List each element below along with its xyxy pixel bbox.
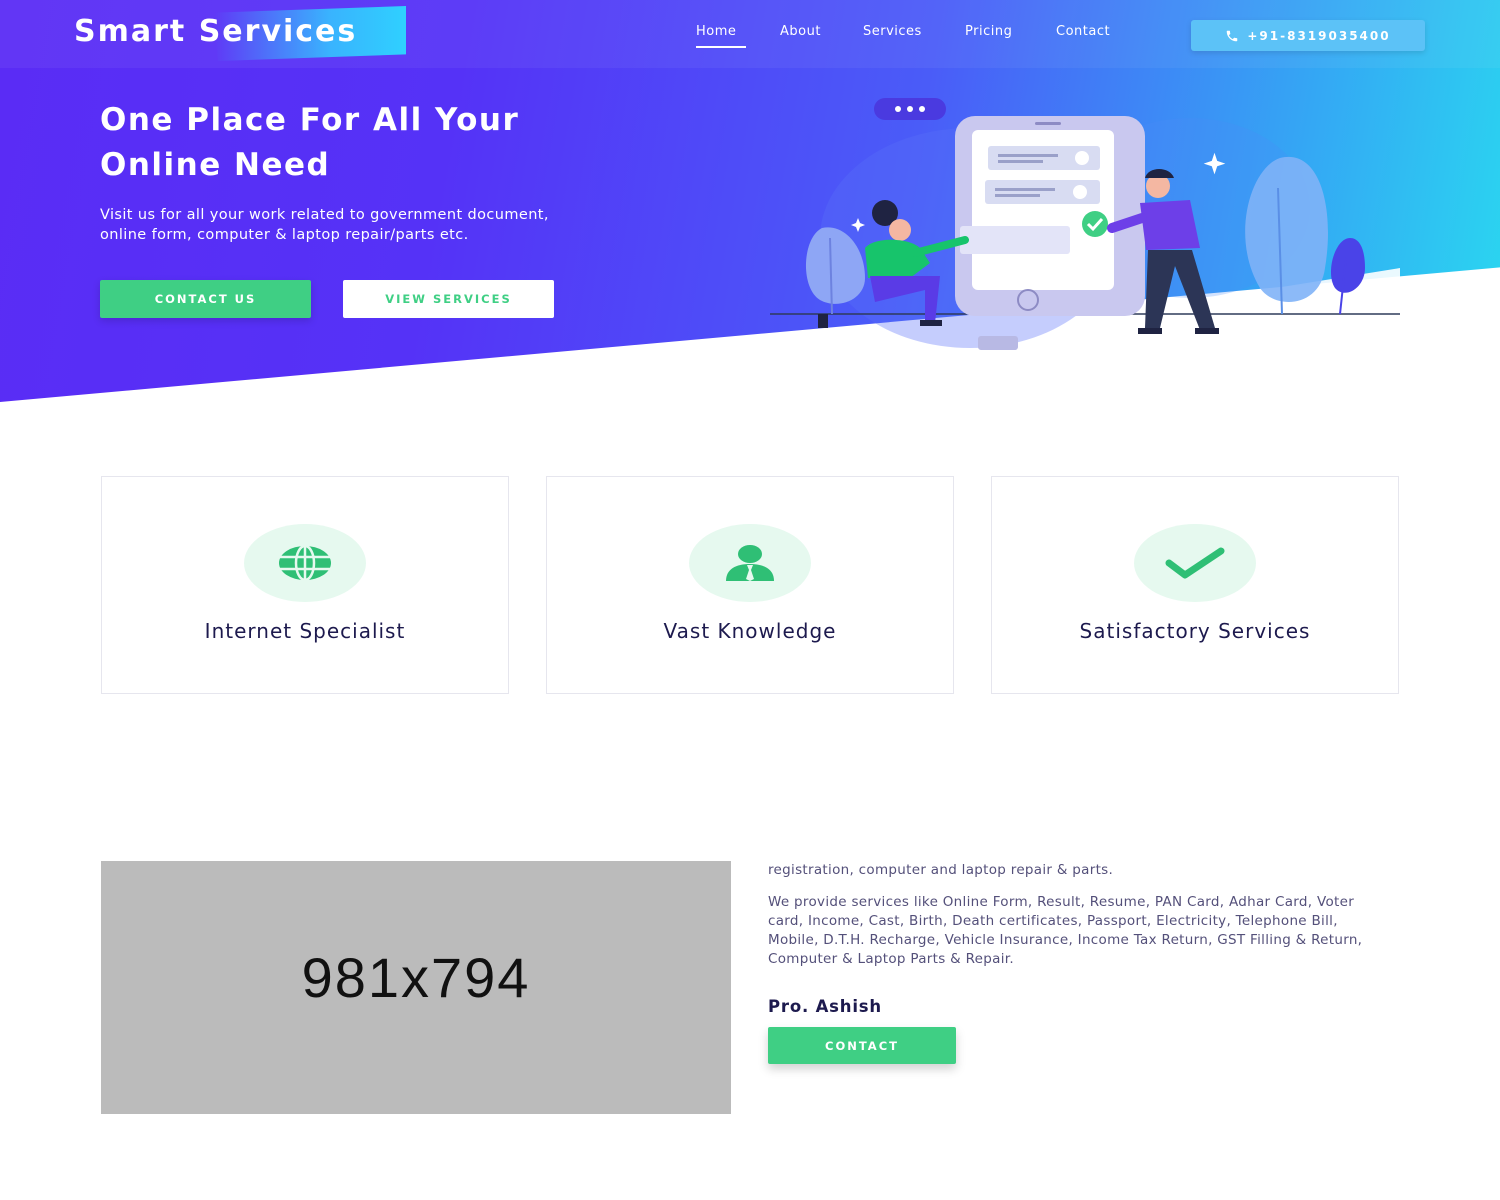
- phone-number: +91-8319035400: [1247, 28, 1391, 43]
- feature-icon-circle: [244, 524, 366, 602]
- nav-active-underline: [696, 46, 746, 48]
- feature-title: Internet Specialist: [204, 619, 406, 643]
- hero-subtitle-line2: online form, computer & laptop repair/pa…: [100, 226, 469, 243]
- feature-title: Satisfactory Services: [1079, 619, 1311, 643]
- check-icon: [1165, 547, 1225, 579]
- about-intro-line: registration, computer and laptop repair…: [768, 862, 1114, 878]
- about-image-placeholder: 981x794: [101, 861, 731, 1114]
- nav-item-services[interactable]: Services: [863, 24, 922, 39]
- user-tie-icon: [726, 545, 774, 581]
- hero-subtitle-line1: Visit us for all your work related to go…: [100, 207, 549, 223]
- feature-card-knowledge: Vast Knowledge: [546, 476, 954, 694]
- hero-illustration: [770, 98, 1400, 350]
- nav-item-home[interactable]: Home: [696, 24, 736, 39]
- phone-icon: [1227, 30, 1238, 41]
- nav-item-about[interactable]: About: [780, 24, 821, 39]
- feature-icon-circle: [689, 524, 811, 602]
- feature-icon-circle: [1134, 524, 1256, 602]
- about-author: Pro. Ashish: [768, 997, 882, 1016]
- feature-title: Vast Knowledge: [663, 619, 837, 643]
- nav-item-contact[interactable]: Contact: [1056, 24, 1110, 39]
- hero-title-line1: One Place For All Your: [100, 102, 520, 138]
- hero-title: One Place For All Your Online Need: [100, 98, 660, 188]
- phone-button[interactable]: +91-8319035400: [1191, 20, 1425, 51]
- hero-subtitle: Visit us for all your work related to go…: [100, 206, 680, 245]
- feature-card-satisfactory: Satisfactory Services: [991, 476, 1399, 694]
- globe-icon: [279, 545, 331, 581]
- brand-logo[interactable]: Smart Services: [74, 14, 357, 54]
- nav-item-pricing[interactable]: Pricing: [965, 24, 1012, 39]
- view-services-button[interactable]: VIEW SERVICES: [343, 280, 554, 318]
- contact-us-button[interactable]: CONTACT US: [100, 280, 311, 318]
- hero-title-line2: Online Need: [100, 147, 331, 183]
- about-contact-button[interactable]: CONTACT: [768, 1027, 956, 1064]
- feature-card-internet: Internet Specialist: [101, 476, 509, 694]
- about-paragraph: We provide services like Online Form, Re…: [768, 894, 1363, 967]
- placeholder-dimensions: 981x794: [301, 946, 531, 1009]
